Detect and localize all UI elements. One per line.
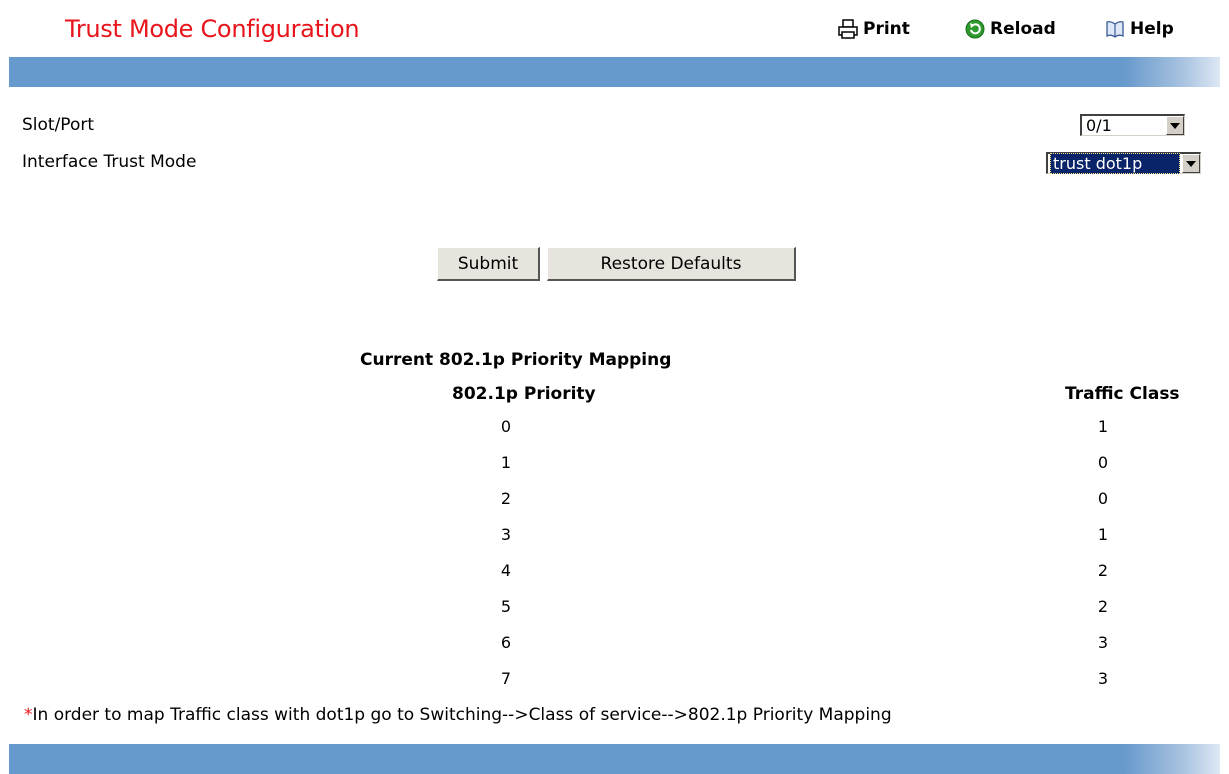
footnote: *In order to map Traffic class with dot1… (24, 705, 892, 725)
footnote-asterisk: * (24, 705, 33, 725)
traffic-class-cell: 1 (1097, 417, 1109, 436)
priority-cell: 3 (500, 525, 512, 544)
priority-cell: 0 (500, 417, 512, 436)
submit-button[interactable]: Submit (437, 247, 540, 281)
traffic-class-cell: 2 (1097, 597, 1109, 616)
print-link[interactable]: Print (838, 19, 910, 39)
priority-cell: 5 (500, 597, 512, 616)
chevron-down-icon[interactable] (1182, 154, 1200, 173)
traffic-class-cell: 0 (1097, 489, 1109, 508)
restore-defaults-button[interactable]: Restore Defaults (547, 247, 796, 281)
priority-column-header: 802.1p Priority (452, 384, 596, 404)
traffic-class-cell: 1 (1097, 525, 1109, 544)
slot-port-select[interactable]: 0/1 (1080, 114, 1185, 136)
help-book-icon (1105, 19, 1125, 39)
reload-link[interactable]: Reload (965, 19, 1056, 39)
slot-port-label: Slot/Port (22, 115, 95, 135)
priority-cell: 7 (500, 669, 512, 688)
header-bar (9, 57, 1220, 87)
help-label: Help (1130, 19, 1174, 39)
footnote-text: In order to map Traffic class with dot1p… (32, 705, 892, 725)
priority-cell: 2 (500, 489, 512, 508)
footer-bar (9, 744, 1220, 774)
traffic-class-cell: 3 (1097, 633, 1109, 652)
traffic-class-cell: 2 (1097, 561, 1109, 580)
printer-icon (838, 19, 858, 39)
page-title: Trust Mode Configuration (65, 15, 360, 43)
traffic-class-cell: 0 (1097, 453, 1109, 472)
slot-port-value: 0/1 (1086, 116, 1112, 135)
trust-mode-value: trust dot1p (1050, 153, 1180, 174)
reload-icon (965, 19, 985, 39)
priority-cell: 4 (500, 561, 512, 580)
priority-cell: 6 (500, 633, 512, 652)
traffic-class-cell: 3 (1097, 669, 1109, 688)
trust-mode-select[interactable]: trust dot1p (1046, 152, 1201, 174)
traffic-class-column-header: Traffic Class (1065, 384, 1180, 404)
reload-label: Reload (990, 19, 1056, 39)
mapping-caption: Current 802.1p Priority Mapping (360, 350, 672, 370)
print-label: Print (863, 19, 910, 39)
chevron-down-icon[interactable] (1166, 116, 1184, 135)
help-link[interactable]: Help (1105, 19, 1174, 39)
priority-cell: 1 (500, 453, 512, 472)
trust-mode-label: Interface Trust Mode (22, 152, 197, 172)
